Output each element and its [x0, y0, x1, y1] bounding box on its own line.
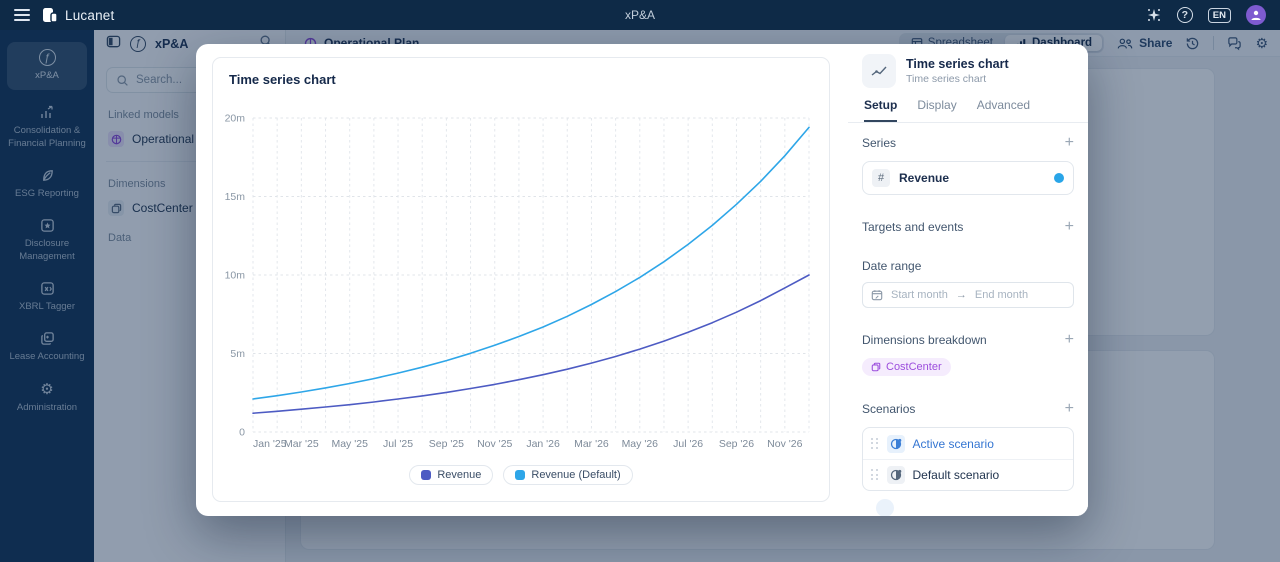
series-line-revenue [253, 275, 809, 413]
series-color-dot[interactable] [1054, 173, 1064, 183]
date-range-label: Date range [862, 259, 1074, 273]
y-tick-label: 15m [225, 191, 246, 203]
hash-icon: # [872, 169, 890, 187]
help-icon[interactable]: ? [1177, 7, 1193, 23]
arrow-right-icon: → [956, 289, 967, 301]
legend-swatch [515, 470, 525, 480]
scenario-row-default[interactable]: Default scenario [863, 459, 1073, 490]
series-line-revenue-default- [253, 127, 809, 399]
x-tick-label: Mar '25 [284, 438, 319, 450]
scenario-icon [887, 435, 905, 453]
legend-label: Revenue [437, 469, 481, 481]
line-chart-icon [862, 54, 896, 88]
next-section-icon [876, 499, 894, 516]
dimension-chip-costcenter[interactable]: CostCenter [862, 358, 951, 376]
inspector-tabs: Setup Display Advanced [848, 96, 1088, 123]
time-series-chart[interactable]: 0 5m 10m 15m 20m Jan '25Mar '25 May '25 Jul '25… [213, 100, 831, 456]
scenario-icon [887, 466, 905, 484]
x-tick-label: Jul '26 [673, 438, 703, 450]
dimension-cube-icon [871, 362, 881, 372]
x-tick-label: May '25 [331, 438, 368, 450]
y-tick-label: 0 [239, 427, 245, 439]
tab-display[interactable]: Display [917, 98, 956, 122]
scenarios-label: Scenarios [862, 402, 915, 416]
x-tick-label: Nov '26 [767, 438, 802, 450]
menu-icon[interactable] [14, 9, 30, 21]
scenarios-list: Active scenario Default scenario [862, 427, 1074, 491]
drag-handle[interactable] [871, 438, 879, 450]
add-series-button[interactable]: + [1065, 135, 1074, 151]
chart-title: Time series chart [229, 72, 336, 87]
chart-card: Time series chart 05m10m15m20mJan '25Mar… [212, 57, 830, 502]
brand: Lucanet [42, 7, 114, 23]
tab-setup[interactable]: Setup [864, 98, 897, 122]
legend-label: Revenue (Default) [531, 469, 620, 481]
x-tick-label: Mar '26 [574, 438, 609, 450]
x-tick-label: Jan '26 [526, 438, 560, 450]
x-tick-label: Nov '25 [477, 438, 512, 450]
end-month-placeholder: End month [975, 289, 1028, 301]
drag-handle[interactable] [871, 469, 879, 481]
targets-label: Targets and events [862, 220, 963, 234]
tab-advanced[interactable]: Advanced [977, 98, 1030, 122]
top-bar: Lucanet xP&A ? EN [0, 0, 1280, 30]
legend-item[interactable]: Revenue (Default) [503, 465, 632, 485]
lucanet-logo-icon [42, 7, 58, 23]
add-dimension-button[interactable]: + [1065, 332, 1074, 348]
y-tick-label: 10m [225, 270, 246, 282]
ai-sparkle-icon[interactable] [1146, 7, 1162, 23]
language-badge[interactable]: EN [1208, 8, 1231, 23]
y-tick-label: 5m [230, 348, 245, 360]
add-scenario-button[interactable]: + [1065, 401, 1074, 417]
app-title: xP&A [625, 8, 655, 22]
brand-name: Lucanet [65, 8, 114, 23]
avatar[interactable] [1246, 5, 1266, 25]
x-tick-label: Jan '25 [253, 438, 287, 450]
inspector-panel: Time series chart Time series chart Setu… [848, 44, 1088, 516]
y-tick-label: 20m [225, 113, 246, 125]
scenario-row-active[interactable]: Active scenario [863, 428, 1073, 459]
legend-swatch [421, 470, 431, 480]
x-tick-label: Sep '25 [429, 438, 464, 450]
inspector-subtitle: Time series chart [906, 73, 1009, 85]
start-month-placeholder: Start month [891, 289, 948, 301]
add-target-button[interactable]: + [1065, 219, 1074, 235]
x-tick-label: Sep '26 [719, 438, 754, 450]
x-tick-label: Jul '25 [383, 438, 413, 450]
legend-item[interactable]: Revenue [409, 465, 493, 485]
date-range-input[interactable]: Start month → End month [862, 282, 1074, 308]
inspector-title: Time series chart [906, 57, 1009, 71]
x-tick-label: May '26 [622, 438, 659, 450]
series-label: Series [862, 136, 896, 150]
dimensions-breakdown-label: Dimensions breakdown [862, 333, 987, 347]
chart-editor-modal: Time series chart 05m10m15m20mJan '25Mar… [196, 44, 1088, 516]
series-row-revenue[interactable]: # Revenue [862, 161, 1074, 195]
chart-legend: Revenue Revenue (Default) [213, 465, 829, 485]
calendar-icon [871, 289, 883, 301]
